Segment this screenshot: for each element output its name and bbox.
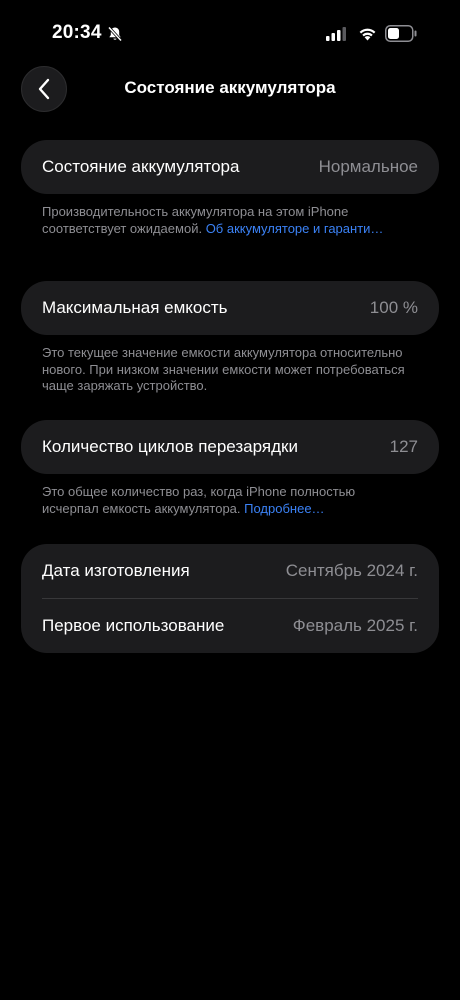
cycle-count-card: Количество циклов перезарядки 127: [21, 420, 439, 474]
cycle-count-more-link[interactable]: Подробнее…: [244, 501, 324, 516]
battery-health-label: Состояние аккумулятора: [42, 157, 240, 176]
manufacture-date-label: Дата изготовления: [42, 561, 190, 580]
battery-health-footnote: Производительность аккумулятора на этом …: [42, 204, 412, 237]
max-capacity-footnote: Это текущее значение емкости аккумулятор…: [42, 345, 412, 395]
first-use-label: Первое использование: [42, 616, 225, 635]
cycle-count-footnote: Это общее количество раз, когда iPhone п…: [42, 484, 412, 517]
wifi-icon: [359, 28, 376, 41]
back-button[interactable]: [21, 66, 67, 112]
first-use-value: Февраль 2025 г.: [292, 616, 418, 635]
bell-muted-icon: [107, 26, 123, 42]
cycle-count-value: 127: [389, 437, 418, 456]
battery-health-card: Состояние аккумулятора Нормальное: [21, 140, 439, 194]
page-title: Состояние аккумулятора: [124, 78, 336, 97]
max-capacity-row: Максимальная емкость 100 %: [21, 281, 439, 335]
cycle-count-row: Количество циклов перезарядки 127: [21, 420, 439, 474]
chevron-left-icon: [38, 78, 50, 100]
first-use-row: Первое использование Февраль 2025 г.: [21, 599, 439, 653]
max-capacity-footnote-text: Это текущее значение емкости аккумулятор…: [42, 345, 405, 393]
battery-health-screen: 20:34 Состояние аккумулятора Состояние а…: [0, 0, 460, 1000]
manufacture-date-row: Дата изготовления Сентябрь 2024 г.: [21, 544, 439, 598]
battery-warranty-link[interactable]: Об аккумуляторе и гаранти…: [206, 221, 384, 236]
max-capacity-value: 100 %: [369, 298, 418, 317]
cycle-count-label: Количество циклов перезарядки: [42, 437, 298, 456]
manufacture-date-value: Сентябрь 2024 г.: [285, 561, 418, 580]
status-bar: 20:34: [0, 0, 460, 62]
dates-card: Дата изготовления Сентябрь 2024 г. Перво…: [21, 544, 439, 653]
battery-health-value: Нормальное: [318, 157, 418, 176]
max-capacity-card: Максимальная емкость 100 %: [21, 281, 439, 335]
max-capacity-label: Максимальная емкость: [42, 298, 228, 317]
cellular-signal-icon: [326, 27, 346, 41]
battery-icon: [385, 25, 417, 42]
status-time: 20:34: [52, 22, 102, 43]
battery-health-row: Состояние аккумулятора Нормальное: [21, 140, 439, 194]
